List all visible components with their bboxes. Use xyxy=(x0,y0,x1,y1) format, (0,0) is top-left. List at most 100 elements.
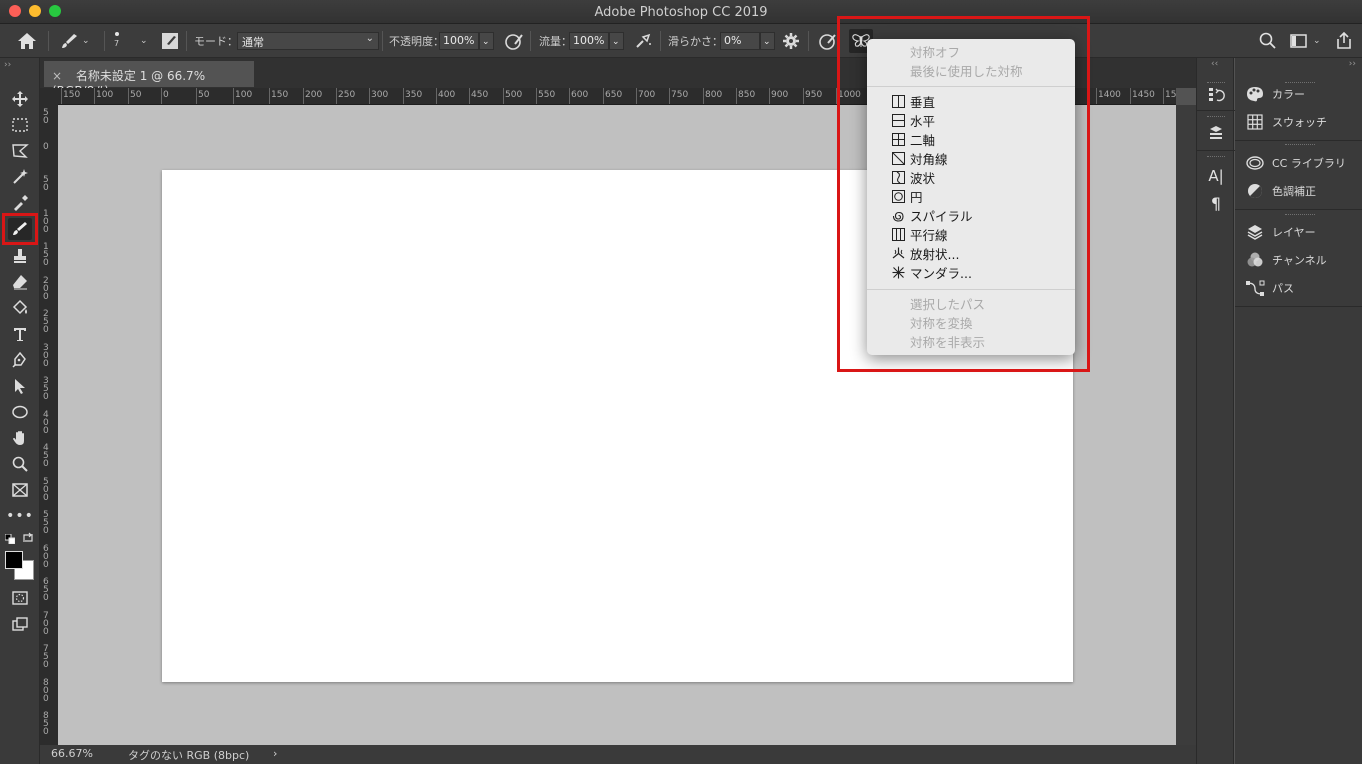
menu-item-wavy[interactable]: 波状 xyxy=(867,168,1075,187)
chevron-down-icon: ⌄ xyxy=(140,36,148,46)
ruler-tick xyxy=(669,88,670,104)
clone-stamp-icon xyxy=(14,249,26,263)
swap-colors-button[interactable] xyxy=(22,532,34,547)
marquee-tool[interactable] xyxy=(8,114,32,136)
opacity-field[interactable]: 100% xyxy=(439,32,479,50)
flow-field[interactable]: 100% xyxy=(569,32,609,50)
zoom-tool[interactable] xyxy=(8,453,32,475)
menu-item-parallel-lines[interactable]: 平行線 xyxy=(867,225,1075,244)
panel-adjustments-label: 色調補正 xyxy=(1272,185,1316,198)
type-tool[interactable] xyxy=(8,323,32,345)
stamp-tool[interactable] xyxy=(8,245,32,267)
menu-item-diagonal[interactable]: 対角線 xyxy=(867,149,1075,168)
status-menu-arrow[interactable]: › xyxy=(273,747,277,760)
brush-size-value: 7 xyxy=(114,39,120,48)
collapse-toolbar-icon[interactable]: ›› xyxy=(4,60,11,70)
paths-icon xyxy=(1245,279,1265,297)
paint-bucket-tool[interactable] xyxy=(8,297,32,319)
panel-cc-libraries[interactable]: CC ライブラリ xyxy=(1245,153,1346,173)
smoothing-options-button[interactable] xyxy=(781,30,801,52)
menu-item-dual-axis[interactable]: 二軸 xyxy=(867,130,1075,149)
collapse-panels-icon[interactable]: ›› xyxy=(1349,59,1356,69)
ruler-tick xyxy=(369,88,370,104)
ruler-tick-label: 150 xyxy=(63,90,81,100)
menu-item-radial[interactable]: 放射状... xyxy=(867,244,1075,263)
smoothing-dropdown[interactable]: ⌄ xyxy=(760,32,775,50)
move-tool[interactable] xyxy=(8,88,32,110)
brush-size-picker[interactable]: 7 xyxy=(114,28,119,50)
workspace-switcher[interactable]: ⌄ xyxy=(1289,30,1321,52)
pen-tool[interactable] xyxy=(8,349,32,371)
menu-item-label: 水平 xyxy=(910,114,936,129)
panel-channels[interactable]: チャンネル xyxy=(1245,250,1327,270)
chevron-down-icon: ⌄ xyxy=(482,37,490,47)
smoothing-label: 滑らかさ： xyxy=(668,35,723,48)
mode-dropdown[interactable]: 通常 ⌄ xyxy=(237,32,379,50)
character-panel-button[interactable]: A| xyxy=(1205,166,1227,186)
search-button[interactable] xyxy=(1258,30,1278,52)
panel-layers-label: レイヤー xyxy=(1272,226,1316,239)
brush-tool-highlight xyxy=(2,213,38,245)
pressure-size-icon xyxy=(819,34,836,50)
ruler-tick-label: 400 xyxy=(438,90,456,100)
share-icon xyxy=(1337,31,1351,49)
magic-wand-tool[interactable] xyxy=(8,166,32,188)
home-button[interactable] xyxy=(16,30,38,52)
eraser-tool[interactable] xyxy=(8,271,32,293)
panel-color[interactable]: カラー xyxy=(1245,84,1305,104)
ruler-tick-label: 1450 xyxy=(1132,90,1155,100)
collapse-dock-icon[interactable]: ‹‹ xyxy=(1211,59,1218,69)
ruler-tick xyxy=(128,88,129,104)
panel-paths[interactable]: パス xyxy=(1245,278,1294,298)
airbrush-toggle[interactable] xyxy=(633,30,655,52)
pressure-opacity-toggle[interactable] xyxy=(503,30,525,52)
eyedropper-tool[interactable] xyxy=(8,192,32,214)
brush-size-dropdown[interactable]: ⌄ xyxy=(140,30,148,52)
ruler-tick xyxy=(161,88,162,104)
pressure-size-toggle[interactable] xyxy=(817,30,839,52)
quick-mask-button[interactable] xyxy=(8,587,32,609)
panel-layers[interactable]: レイヤー xyxy=(1245,222,1316,242)
default-colors-button[interactable] xyxy=(4,533,16,547)
symmetry-menu: 対称オフ 最後に使用した対称 垂直 水平 二軸 対角線 波状 円 スパイラル 平… xyxy=(867,39,1075,355)
screen-mode-button[interactable] xyxy=(8,613,32,635)
properties-panel-button[interactable] xyxy=(1205,123,1227,143)
ruler-tick xyxy=(503,88,504,104)
zoom-level[interactable]: 66.67% xyxy=(51,747,93,760)
hand-tool[interactable] xyxy=(8,427,32,449)
lasso-tool[interactable] xyxy=(8,140,32,162)
ruler-tick xyxy=(269,88,270,104)
panel-dock: ›› カラー スウォッチ CC ライブラリ 色調補正 レイヤー チャンネル パス xyxy=(1235,58,1362,764)
paragraph-icon: ¶ xyxy=(1210,193,1222,213)
menu-item-circle[interactable]: 円 xyxy=(867,187,1075,206)
ruler-tick-label: 1000 xyxy=(838,90,861,100)
menu-item-mandala[interactable]: マンダラ... xyxy=(867,263,1075,282)
close-tab-icon[interactable]: × xyxy=(52,69,62,83)
flow-dropdown[interactable]: ⌄ xyxy=(609,32,624,50)
brush-settings-toggle[interactable] xyxy=(160,30,180,52)
frame-tool[interactable] xyxy=(8,479,32,501)
menu-item-horizontal[interactable]: 水平 xyxy=(867,111,1075,130)
ruler-tick-label: 1400 xyxy=(1098,90,1121,100)
panel-swatches[interactable]: スウォッチ xyxy=(1245,112,1327,132)
ruler-tick-label: 100 xyxy=(235,90,253,100)
foreground-color-swatch[interactable] xyxy=(5,551,23,569)
history-panel-button[interactable] xyxy=(1205,85,1227,105)
edit-toolbar-button[interactable]: ••• xyxy=(6,505,33,527)
tool-preset-picker[interactable]: ⌄ xyxy=(58,30,90,52)
ruler-origin[interactable] xyxy=(40,88,58,105)
smoothing-field[interactable]: 0% xyxy=(720,32,760,50)
paint-bucket-icon xyxy=(12,299,28,315)
opacity-dropdown[interactable]: ⌄ xyxy=(479,32,494,50)
shape-tool[interactable] xyxy=(8,401,32,423)
vertical-ruler[interactable]: 5005010015020025030035040045050055060065… xyxy=(40,105,58,745)
menu-item-label: 最後に使用した対称 xyxy=(910,64,1023,79)
path-selection-tool[interactable] xyxy=(8,375,32,397)
paragraph-panel-button[interactable]: ¶ xyxy=(1205,193,1227,213)
vertical-scrollbar[interactable] xyxy=(1176,105,1196,745)
document-tab[interactable]: × 名称未設定 1 @ 66.7% (RGB/8#) xyxy=(44,61,254,98)
panel-adjustments[interactable]: 色調補正 xyxy=(1245,181,1316,201)
share-button[interactable] xyxy=(1334,30,1354,52)
menu-item-vertical[interactable]: 垂直 xyxy=(867,92,1075,111)
menu-item-spiral[interactable]: スパイラル xyxy=(867,206,1075,225)
